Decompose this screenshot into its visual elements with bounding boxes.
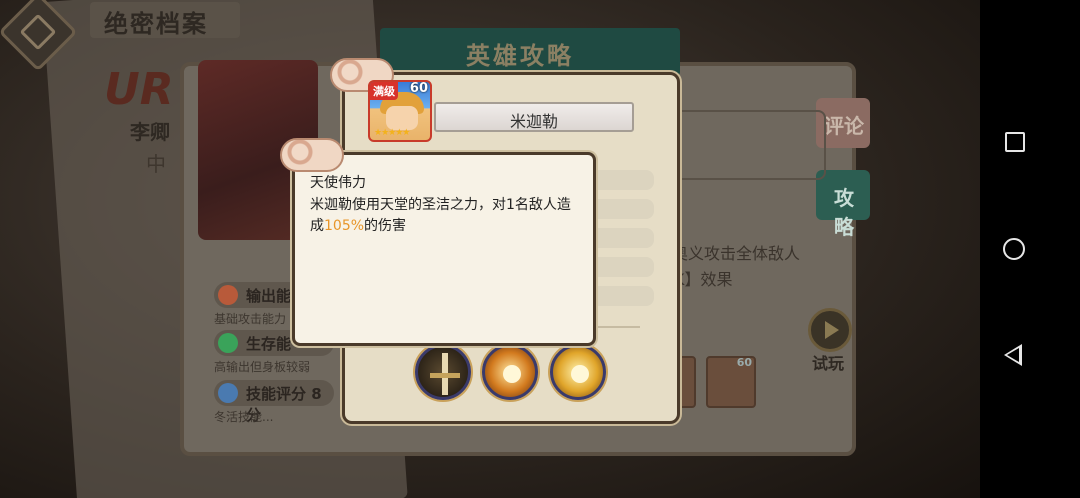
avatar-face xyxy=(386,106,418,130)
recents-icon[interactable] xyxy=(1005,132,1025,152)
back-nav-icon[interactable] xyxy=(1004,344,1022,366)
sword-guard xyxy=(430,373,460,378)
rarity-label: UR xyxy=(104,64,174,115)
hero-subtitle-side: 中 xyxy=(146,152,166,176)
max-level-badge: 满级 xyxy=(370,82,398,100)
attribute-bar xyxy=(590,199,654,219)
hero-name: 米迦勒 xyxy=(509,112,558,131)
stat-survival-desc: 高输出但身板较弱 xyxy=(214,360,311,374)
radiant-sun-skill-icon[interactable] xyxy=(482,344,538,400)
tab-comments-label: 评论 xyxy=(824,114,864,138)
sword-stat-icon xyxy=(218,285,238,305)
archive-title: 绝密档案 xyxy=(90,2,240,38)
ribbon-title: 英雄攻略 xyxy=(466,42,574,70)
trial-play-button[interactable] xyxy=(808,308,852,352)
summary-line-2: K】效果 xyxy=(674,270,733,289)
damage-percent: 105% xyxy=(324,218,365,234)
attribute-bar xyxy=(590,286,654,306)
skill-title: 天使伟力 xyxy=(310,175,366,191)
stat-output-desc: 基础攻击能力 xyxy=(214,312,287,326)
back-icon xyxy=(19,13,57,51)
hero-avatar: 满级 60 ★★★★★ xyxy=(368,80,432,142)
stat-survival-label: 生存能 xyxy=(246,335,292,353)
title-ribbon: 英雄攻略 xyxy=(380,28,680,76)
skill-desc-tail: 的伤害 xyxy=(364,218,407,234)
mini-hero-avatar: 60 xyxy=(706,356,756,408)
hero-name-banner: 米迦勒 xyxy=(434,102,634,132)
attribute-bar xyxy=(590,228,654,248)
stat-skill-desc: 冬活技能... xyxy=(214,410,274,424)
holy-light-skill-icon[interactable] xyxy=(550,344,606,400)
cloud-ornament-icon xyxy=(280,138,344,172)
play-icon xyxy=(825,321,839,339)
hero-name-side: 李卿 xyxy=(130,120,170,144)
sword-skill-icon[interactable] xyxy=(415,344,471,400)
gear-stat-icon xyxy=(218,383,238,403)
game-screen: 绝密档案 评论 攻略 UR 李卿 中 英雄攻略 输出能 基础攻击能力 生存能 高… xyxy=(0,0,980,498)
skill-description: 米迦勒使用天堂的圣洁之力，对1名敌人造成105%的伤害 xyxy=(310,195,582,237)
attribute-bar xyxy=(590,170,654,190)
stat-skill: 技能评分 8 分 xyxy=(214,380,334,424)
heart-stat-icon xyxy=(218,333,238,353)
stat-output-label: 输出能 xyxy=(246,287,292,305)
system-nav-bar xyxy=(980,0,1080,498)
info-box xyxy=(670,110,826,180)
tab-strategy[interactable]: 攻略 xyxy=(816,170,870,239)
avatar-level: 60 xyxy=(409,81,428,96)
tab-strategy-label: 攻略 xyxy=(834,186,854,239)
sun-core xyxy=(503,365,521,383)
trial-label: 试玩 xyxy=(812,354,845,373)
home-icon[interactable] xyxy=(1003,238,1025,260)
divider xyxy=(596,326,640,328)
star-rating: ★★★★★ xyxy=(374,128,410,138)
attribute-bar xyxy=(590,257,654,277)
mini-hero-level: 60 xyxy=(736,356,752,369)
light-core xyxy=(571,365,589,383)
